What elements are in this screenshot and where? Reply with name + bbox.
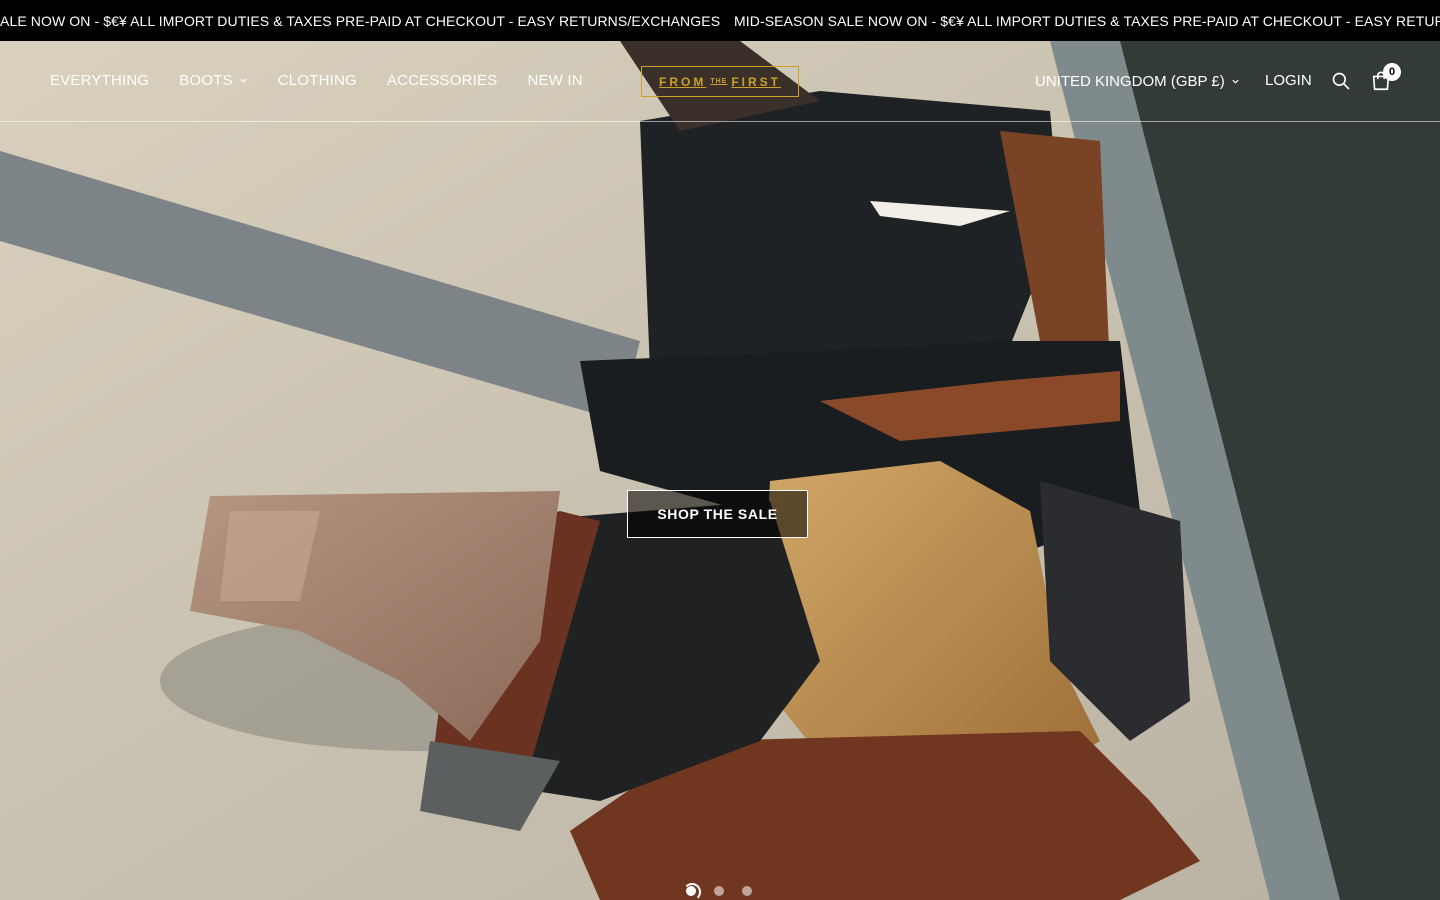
announcement-message: ALE NOW ON - $€¥ ALL IMPORT DUTIES & TAX… bbox=[0, 13, 721, 29]
login-link[interactable]: LOGIN bbox=[1265, 72, 1312, 89]
logo-text: THE bbox=[710, 78, 728, 85]
main-nav: EVERYTHING BOOTS CLOTHING ACCESSORIES NE… bbox=[50, 72, 583, 89]
chevron-down-icon bbox=[240, 78, 247, 83]
hero-banner bbox=[0, 41, 1440, 900]
nav-item-accessories[interactable]: ACCESSORIES bbox=[387, 72, 498, 89]
announcement-bar: ALE NOW ON - $€¥ ALL IMPORT DUTIES & TAX… bbox=[0, 0, 1440, 41]
logo-text: FROM bbox=[659, 74, 707, 89]
chevron-down-icon bbox=[1232, 79, 1239, 84]
hero-image bbox=[0, 41, 1440, 900]
slide-dot[interactable] bbox=[714, 886, 724, 896]
site-header: EVERYTHING BOOTS CLOTHING ACCESSORIES NE… bbox=[0, 41, 1440, 122]
nav-item-label: BOOTS bbox=[179, 72, 233, 89]
slide-dot[interactable] bbox=[683, 883, 701, 900]
country-selector[interactable]: UNITED KINGDOM (GBP £) bbox=[1035, 73, 1240, 90]
announcement-message: MID-SEASON SALE NOW ON - $€¥ ALL IMPORT … bbox=[734, 13, 1440, 29]
cart-count-badge: 0 bbox=[1383, 63, 1401, 81]
slider-pagination bbox=[683, 883, 752, 900]
search-icon[interactable] bbox=[1331, 71, 1351, 91]
brand-logo[interactable]: FROM THE FIRST bbox=[641, 66, 799, 97]
nav-item-boots[interactable]: BOOTS bbox=[179, 72, 248, 89]
slide-dot[interactable] bbox=[742, 886, 752, 896]
country-label: UNITED KINGDOM (GBP £) bbox=[1035, 73, 1225, 90]
nav-item-clothing[interactable]: CLOTHING bbox=[278, 72, 357, 89]
nav-item-everything[interactable]: EVERYTHING bbox=[50, 72, 149, 89]
nav-item-new-in[interactable]: NEW IN bbox=[527, 72, 582, 89]
logo-text: FIRST bbox=[731, 74, 781, 89]
shop-the-sale-button[interactable]: SHOP THE SALE bbox=[627, 490, 808, 538]
